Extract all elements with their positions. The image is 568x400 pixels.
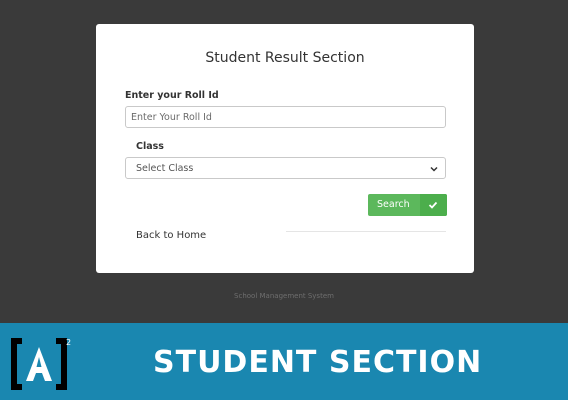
roll-id-input[interactable]: [125, 106, 446, 128]
roll-id-label: Enter your Roll Id: [125, 90, 219, 101]
check-icon: [428, 201, 438, 209]
class-label: Class: [136, 141, 164, 152]
class-select-value: Select Class: [136, 163, 194, 174]
search-button-icon-area: [420, 194, 447, 216]
banner-title: STUDENT SECTION: [153, 345, 483, 380]
chevron-down-icon: [430, 166, 438, 172]
result-form-card: Student Result Section Enter your Roll I…: [96, 24, 474, 273]
brand-logo: 2: [11, 338, 71, 390]
form-title: Student Result Section: [205, 50, 365, 66]
back-to-home-link[interactable]: Back to Home: [136, 230, 206, 241]
class-select[interactable]: Select Class: [125, 157, 446, 179]
divider: [286, 231, 446, 232]
search-button[interactable]: Search: [368, 194, 447, 216]
banner: 2 STUDENT SECTION: [0, 323, 568, 400]
footer-text: School Management System: [234, 292, 334, 300]
svg-text:2: 2: [66, 338, 71, 347]
search-button-label: Search: [377, 199, 410, 210]
